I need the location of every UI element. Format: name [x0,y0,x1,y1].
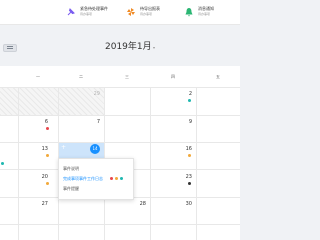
grid-line [0,87,240,88]
event-dot [115,177,118,180]
prev-month-cell [0,88,18,115]
day-number[interactable]: 13 [32,146,48,152]
popup-item[interactable]: 事件说明 [63,166,79,171]
day-number[interactable]: 2 [176,91,192,97]
pending-reports-sub: 待办事项 [140,12,153,16]
event-dot[interactable] [188,99,191,102]
grid-line [196,87,197,240]
chevron-down-icon[interactable]: ▾ [153,46,155,50]
grid-line [0,142,240,143]
day-number[interactable]: 29 [84,91,100,97]
event-dot[interactable] [1,162,4,165]
weekday-header: 五 [216,74,220,79]
month-grid: 一 二 三 四 五 29 2 6 7 9 13 + 14 16 20 23 27… [0,66,240,240]
calendar-toolbar: 2019年1月 ▾ [0,28,240,64]
event-dot[interactable] [46,154,49,157]
event-dot [110,177,113,180]
day-number[interactable]: 16 [176,146,192,152]
day-number[interactable]: 7 [84,119,100,125]
day-number[interactable]: 9 [176,119,192,125]
popup-item[interactable]: 完成事项事件工作日志 [63,176,103,181]
grid-line [150,87,151,240]
notifications-sub: 待办事项 [198,12,211,16]
grid-line [0,224,240,225]
event-dot[interactable] [46,182,49,185]
day-number[interactable]: 6 [32,119,48,125]
event-dot[interactable] [46,127,49,130]
menu-line-icon [7,46,13,47]
pinwheel-icon [127,8,135,16]
add-event-icon[interactable]: + [61,145,66,151]
thumbtack-icon [67,8,75,16]
event-dot [120,177,123,180]
day-number[interactable]: 27 [32,201,48,207]
day-number[interactable]: 20 [32,174,48,180]
weekday-header: 四 [171,74,175,79]
today-badge[interactable]: 14 [90,144,100,154]
summary-bar: 紧急待处理事件 待办事项 待导出报表 待办事项 消息通知 待办事项 [0,0,240,25]
grid-line [18,87,19,240]
weekday-header: 三 [125,74,129,79]
menu-line-icon [7,48,13,49]
toggle-sidebar-button[interactable] [3,44,17,52]
notifications-label: 消息通知 [198,6,214,11]
month-title[interactable]: 2019年1月 [105,42,152,53]
urgent-events-sub: 待办事项 [80,12,93,16]
event-popup: 事件说明 完成事项事件工作日志 事件提醒 [58,158,134,200]
pending-reports-label: 待导出报表 [140,6,160,11]
event-dot[interactable] [188,182,191,185]
day-number[interactable]: 30 [176,201,192,207]
day-number[interactable]: 28 [130,201,146,207]
day-number[interactable]: 23 [176,174,192,180]
popup-item[interactable]: 事件提醒 [63,186,79,191]
prev-month-cell [18,88,58,115]
bell-icon [185,8,193,17]
urgent-events-label: 紧急待处理事件 [80,6,108,11]
weekday-header: 一 [36,74,40,79]
weekday-header [0,66,18,87]
event-dot[interactable] [188,154,191,157]
grid-line [0,115,240,116]
weekday-header: 二 [79,74,83,79]
